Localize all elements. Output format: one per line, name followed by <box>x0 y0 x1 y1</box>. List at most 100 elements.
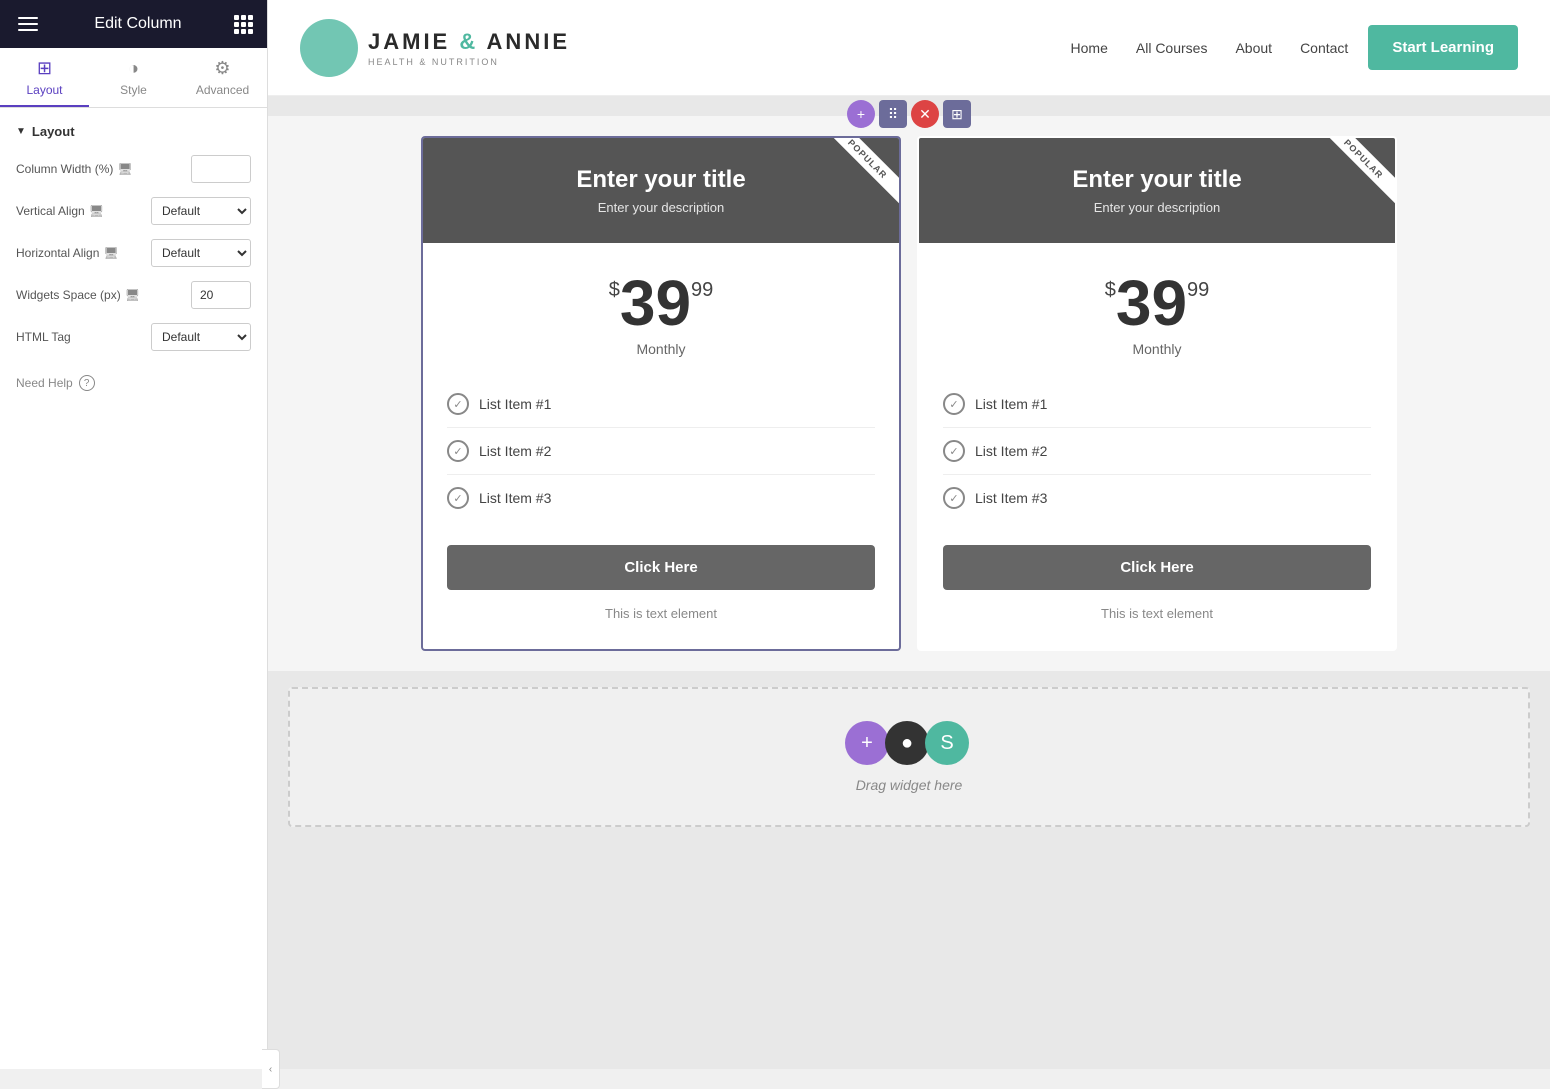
drag-text: Drag widget here <box>856 777 963 793</box>
pricing-card-2: Enter your title Enter your description … <box>917 136 1397 651</box>
section-arrow-icon: ▼ <box>16 126 26 137</box>
nav-links: Home All Courses About Contact <box>1071 40 1349 56</box>
logo-brand: JAMIE & ANNIE <box>368 29 570 55</box>
list-item: ✓ List Item #2 <box>943 428 1371 475</box>
check-icon: ✓ <box>447 487 469 509</box>
logo-tagline: HEALTH & NUTRITION <box>368 57 570 67</box>
layout-section-title: ▼ Layout <box>16 124 251 139</box>
close-column-button[interactable]: ✕ <box>911 100 939 128</box>
list-item-text: List Item #2 <box>975 443 1047 459</box>
card-footer-1: This is text element <box>447 606 875 621</box>
card-desc-1: Enter your description <box>447 200 875 215</box>
drag-widget-area[interactable]: + ● S Drag widget here <box>288 687 1530 827</box>
card-header-2: Enter your title Enter your description … <box>919 138 1395 243</box>
price-number-1: 39 <box>620 271 691 335</box>
widgets-space-input[interactable] <box>191 281 251 309</box>
start-learning-button[interactable]: Start Learning <box>1368 25 1518 70</box>
monitor-icon-4: 🖥 <box>125 288 140 302</box>
check-icon: ✓ <box>447 440 469 462</box>
tab-advanced[interactable]: ⚙ Advanced <box>178 48 267 107</box>
price-area-2: $ 39 99 Monthly <box>943 271 1371 357</box>
sidebar-header: Edit Column <box>0 0 267 48</box>
list-item: ✓ List Item #2 <box>447 428 875 475</box>
empty-section <box>268 843 1550 903</box>
card-footer-2: This is text element <box>943 606 1371 621</box>
column-settings-button[interactable]: ⊞ <box>943 100 971 128</box>
price-dollar-1: $ <box>609 279 620 302</box>
logo-text: JAMIE & ANNIE HEALTH & NUTRITION <box>368 29 570 67</box>
pricing-row: + ⠿ ✕ ⊞ Enter your title Enter your desc… <box>288 136 1530 651</box>
tab-style-label: Style <box>120 83 147 97</box>
sidebar-tabs: ⊞ Layout ◑ Style ⚙ Advanced <box>0 48 267 108</box>
widgets-space-label: Widgets Space (px) 🖥 <box>16 288 183 302</box>
need-help-label: Need Help <box>16 376 73 390</box>
layout-icon: ⊞ <box>37 58 52 79</box>
card-cta-button-2[interactable]: Click Here <box>943 545 1371 590</box>
nav-home[interactable]: Home <box>1071 40 1108 56</box>
tab-advanced-label: Advanced <box>196 83 249 97</box>
price-main-2: $ 39 99 <box>943 271 1371 335</box>
column-width-input[interactable] <box>191 155 251 183</box>
sidebar: Edit Column ⊞ Layout ◑ Style ⚙ Advanced … <box>0 0 268 1069</box>
sidebar-title: Edit Column <box>94 15 181 33</box>
top-nav: JAMIE & ANNIE HEALTH & NUTRITION Home Al… <box>268 0 1550 96</box>
list-item-text: List Item #1 <box>975 396 1047 412</box>
sidebar-content: ▼ Layout Column Width (%) 🖥 Vertical Ali… <box>0 108 267 1069</box>
tab-style[interactable]: ◑ Style <box>89 48 178 107</box>
move-column-button[interactable]: ⠿ <box>879 100 907 128</box>
vertical-align-row: Vertical Align 🖥 Default Top Middle Bott… <box>16 197 251 225</box>
pricing-card-1: Enter your title Enter your description … <box>421 136 901 651</box>
list-item-text: List Item #3 <box>975 490 1047 506</box>
pricing-section: + ⠿ ✕ ⊞ Enter your title Enter your desc… <box>268 116 1550 671</box>
html-tag-row: HTML Tag Default div section article hea… <box>16 323 251 351</box>
card-title-2: Enter your title <box>943 166 1371 194</box>
list-item: ✓ List Item #3 <box>943 475 1371 521</box>
nav-all-courses[interactable]: All Courses <box>1136 40 1208 56</box>
nav-about[interactable]: About <box>1235 40 1272 56</box>
price-number-2: 39 <box>1116 271 1187 335</box>
price-cents-1: 99 <box>691 279 713 302</box>
column-width-row: Column Width (%) 🖥 <box>16 155 251 183</box>
card-header-1: Enter your title Enter your description … <box>423 138 899 243</box>
logo-area: JAMIE & ANNIE HEALTH & NUTRITION <box>300 19 570 77</box>
add-widget-icon: + <box>845 721 889 765</box>
need-help-link[interactable]: Need Help ? <box>16 375 251 391</box>
collapse-sidebar-button[interactable]: ‹ <box>262 1049 280 1089</box>
card-body-1: $ 39 99 Monthly ✓ List Item #1 <box>423 243 899 649</box>
price-period-2: Monthly <box>943 341 1371 357</box>
html-tag-select[interactable]: Default div section article header foote… <box>151 323 251 351</box>
check-icon: ✓ <box>447 393 469 415</box>
horizontal-align-select[interactable]: Default Left Center Right <box>151 239 251 267</box>
price-area-1: $ 39 99 Monthly <box>447 271 875 357</box>
vertical-align-label: Vertical Align 🖥 <box>16 204 143 218</box>
price-dollar-2: $ <box>1105 279 1116 302</box>
widget-icon: S <box>925 721 969 765</box>
html-tag-label: HTML Tag <box>16 330 143 344</box>
tab-layout-label: Layout <box>26 83 62 97</box>
check-icon: ✓ <box>943 440 965 462</box>
drag-icons: + ● S <box>849 721 969 765</box>
canvas-area: + ⠿ ✕ ⊞ Enter your title Enter your desc… <box>268 96 1550 1069</box>
main-area: JAMIE & ANNIE HEALTH & NUTRITION Home Al… <box>268 0 1550 1069</box>
help-icon: ? <box>79 375 95 391</box>
price-cents-2: 99 <box>1187 279 1209 302</box>
widgets-space-row: Widgets Space (px) 🖥 <box>16 281 251 309</box>
vertical-align-select[interactable]: Default Top Middle Bottom <box>151 197 251 225</box>
list-items-1: ✓ List Item #1 ✓ List Item #2 ✓ List Ite… <box>447 381 875 521</box>
monitor-icon-2: 🖥 <box>89 204 104 218</box>
card-title-1: Enter your title <box>447 166 875 194</box>
add-column-button[interactable]: + <box>847 100 875 128</box>
advanced-icon: ⚙ <box>214 58 230 79</box>
price-main-1: $ 39 99 <box>447 271 875 335</box>
list-item: ✓ List Item #1 <box>447 381 875 428</box>
tab-layout[interactable]: ⊞ Layout <box>0 48 89 107</box>
nav-contact[interactable]: Contact <box>1300 40 1348 56</box>
list-item: ✓ List Item #1 <box>943 381 1371 428</box>
list-item-text: List Item #1 <box>479 396 551 412</box>
grid-icon[interactable] <box>234 15 253 34</box>
monitor-icon-3: 🖥 <box>103 246 118 260</box>
card-body-2: $ 39 99 Monthly ✓ List Item #1 <box>919 243 1395 649</box>
list-item: ✓ List Item #3 <box>447 475 875 521</box>
card-cta-button-1[interactable]: Click Here <box>447 545 875 590</box>
hamburger-icon[interactable] <box>14 13 42 35</box>
